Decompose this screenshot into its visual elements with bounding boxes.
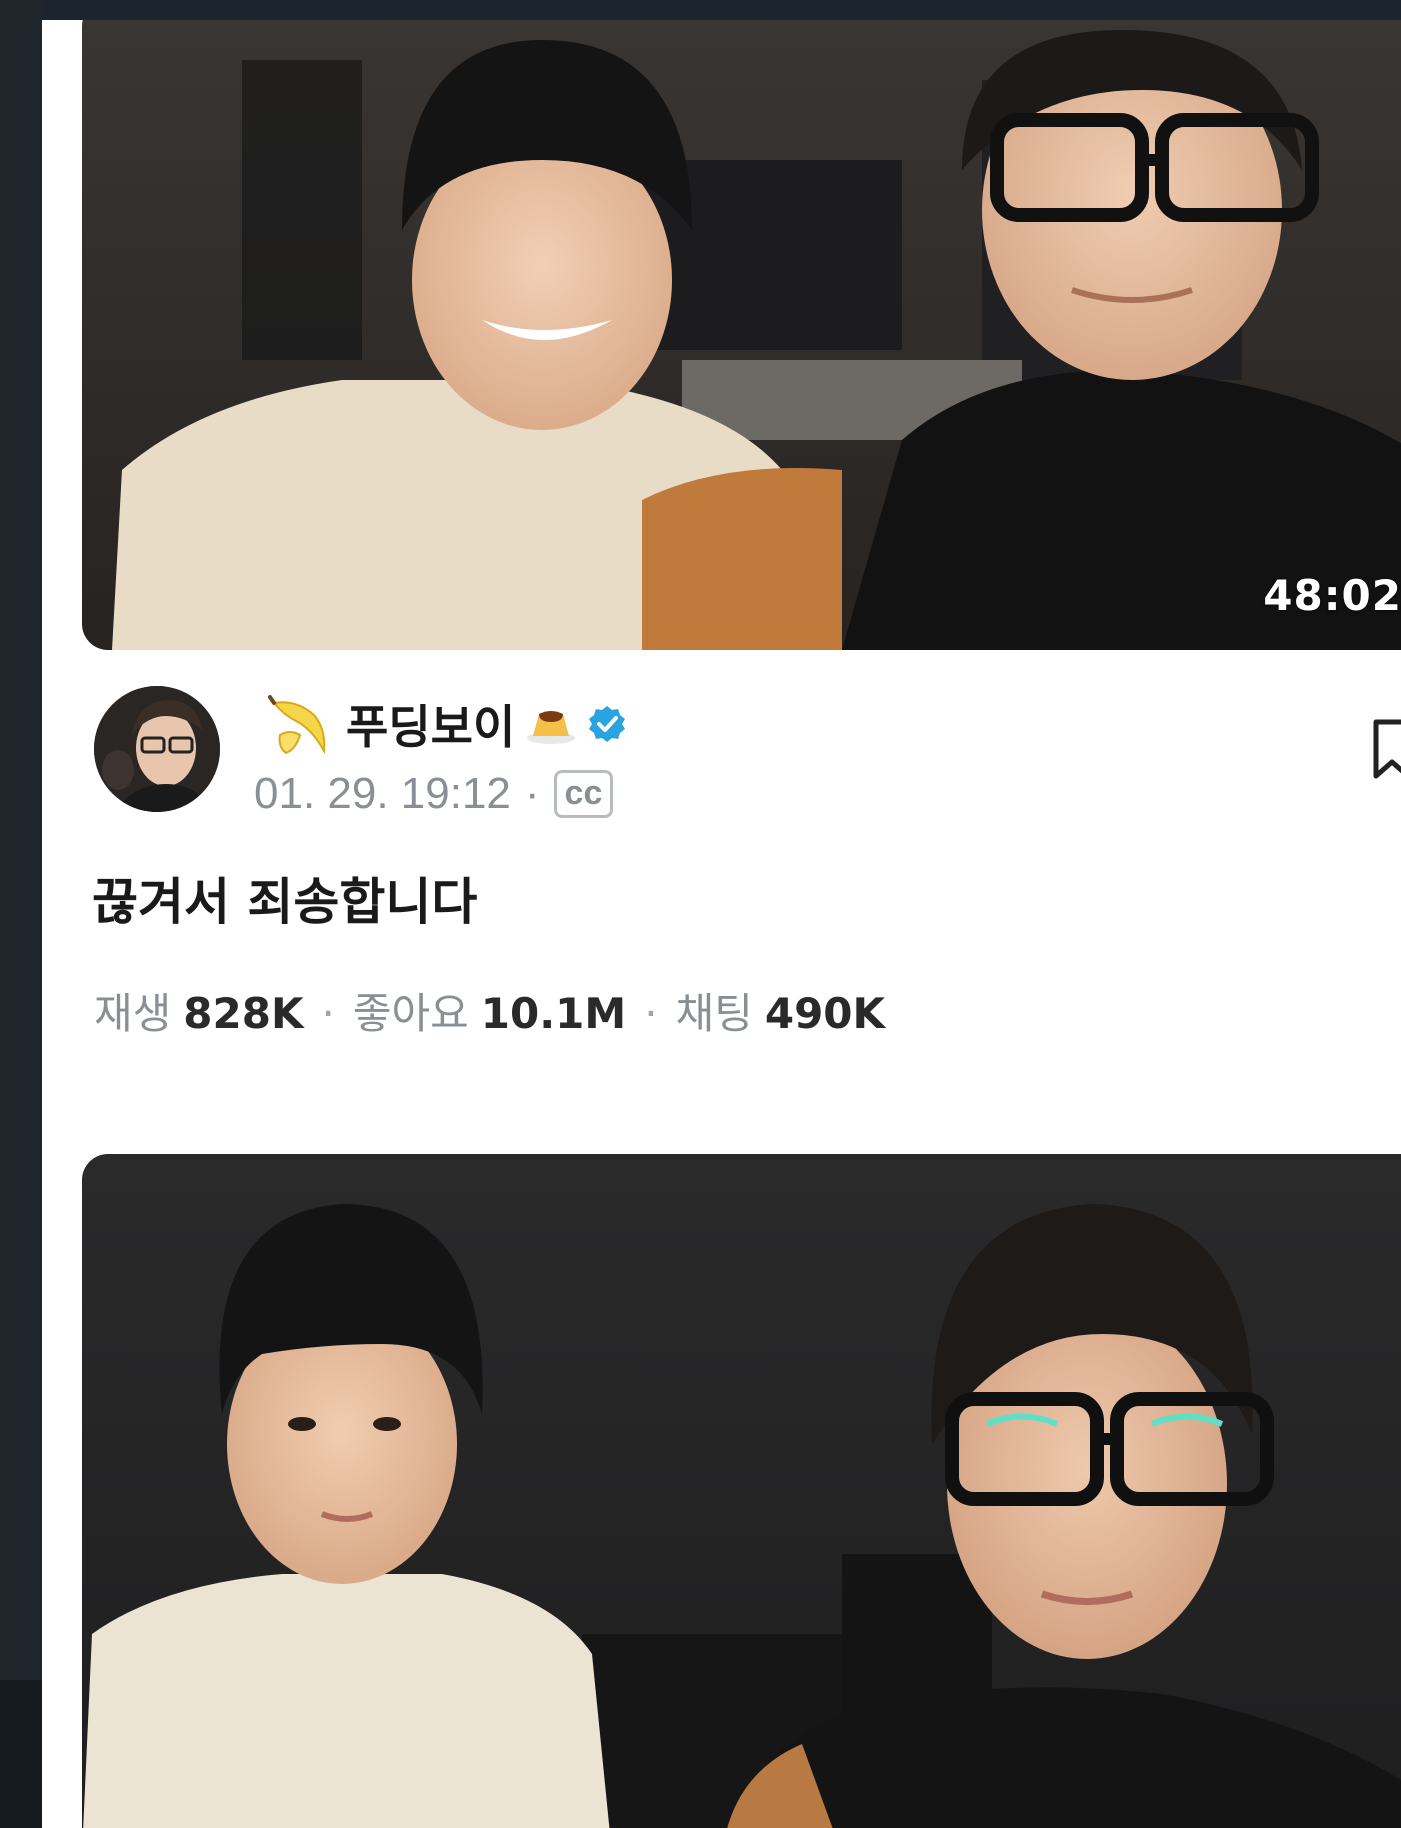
left-rail-stripe [0,1680,42,1828]
meta-separator: · [524,769,540,818]
chats-label: 채팅 [675,989,753,1038]
stats-separator: · [644,989,658,1038]
thumbnail-image-top [82,20,1401,650]
plays-value: 828K [183,989,304,1038]
verified-badge-icon [589,706,626,742]
thumbnail-image-bottom [82,1154,1401,1828]
avatar-image [94,686,220,812]
video-thumbnail-bottom[interactable] [82,1154,1401,1828]
video-title[interactable]: 끊겨서 죄송합니다 [92,862,477,934]
video-duration: 48:02 [1263,571,1401,620]
plays-label: 재생 [94,989,172,1038]
banana-emoji-icon [268,695,326,755]
post-card: 48:02 푸딩보이 01. 29. 19:12 · cc 끊겨서 죄송합니다 … [42,20,1401,1828]
bookmark-icon[interactable] [1372,718,1401,785]
video-thumbnail-top[interactable]: 48:02 [82,20,1401,650]
pudding-emoji-icon [527,711,576,744]
channel-name-row: 푸딩보이 [266,688,627,760]
left-rail [0,0,42,1828]
channel-name[interactable]: 푸딩보이 [346,691,515,757]
upload-date: 01. 29. 19:12 [254,769,511,818]
likes-value: 10.1M [480,989,627,1038]
cc-badge: cc [553,770,614,818]
likes-label: 좋아요 [352,989,469,1038]
chats-value: 490K [764,989,886,1038]
video-meta-row: 01. 29. 19:12 · cc [254,764,614,824]
stats-separator: · [321,989,335,1038]
top-bar [0,0,1401,20]
video-stats: 재생 828K · 좋아요 10.1M · 채팅 490K [94,980,891,1041]
channel-avatar[interactable] [94,686,220,812]
